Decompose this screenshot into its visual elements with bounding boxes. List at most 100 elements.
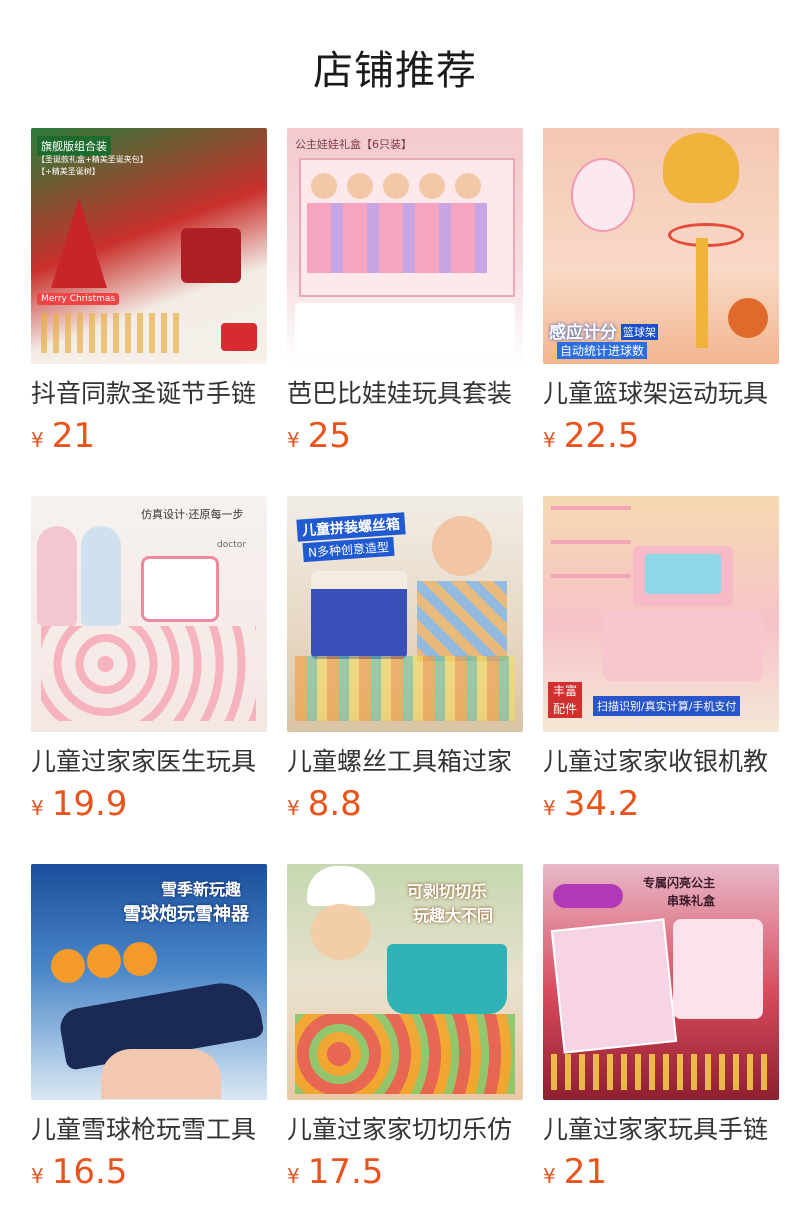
product-card[interactable]: 丰富配件 扫描识别/真实计算/手机支付 儿童过家家收银机教 ¥34.2 [543,496,779,864]
doll-head-icon [347,173,373,199]
product-price: ¥16.5 [31,1152,267,1198]
price-value: 34.2 [563,784,640,824]
image-caption: 【圣诞款礼盒+精美圣诞夹包】 [37,155,148,164]
price-value: 25 [307,416,351,456]
currency-symbol: ¥ [543,796,556,820]
product-name[interactable]: 儿童雪球枪玩雪工具 [31,1114,267,1146]
product-name[interactable]: 芭巴比娃娃玩具套装 [287,378,523,410]
product-card[interactable]: 雪季新玩趣 雪球炮玩雪神器 儿童雪球枪玩雪工具 ¥16.5 [31,864,267,1232]
product-card[interactable]: 儿童拼装螺丝箱 N多种创意造型 儿童螺丝工具箱过家 ¥8.8 [287,496,523,864]
product-name[interactable]: 儿童过家家切切乐仿 [287,1114,523,1146]
product-price: ¥21 [543,1152,779,1198]
christmas-tree-icon [51,198,107,288]
bunny-backboard-icon [571,158,635,232]
display-screen [645,554,721,594]
product-image[interactable]: 旗舰版组合装 【圣诞款礼盒+精美圣诞夹包】 【+精美圣诞树】 Merry Chr… [31,128,267,364]
image-subline: 串珠礼盒 [667,894,716,908]
product-image[interactable]: 可剥切切乐 玩趣大不同 [287,864,523,1100]
product-name[interactable]: 儿童螺丝工具箱过家 [287,746,523,778]
product-grid: 旗舰版组合装 【圣诞款礼盒+精美圣诞夹包】 【+精美圣诞树】 Merry Chr… [31,128,779,1232]
child-figure [432,516,492,576]
doll-head-icon [311,173,337,199]
product-price: ¥22.5 [543,416,779,462]
snowball-icon [123,942,157,976]
price-value: 21 [563,1152,607,1192]
image-tag: 篮球架 [621,324,658,340]
price-value: 19.9 [51,784,128,824]
price-value: 21 [51,416,95,456]
currency-symbol: ¥ [31,796,44,820]
price-value: 17.5 [307,1152,384,1192]
bear-backboard-icon [663,133,739,203]
jewelry-box-icon [221,323,257,351]
product-name[interactable]: 儿童过家家医生玩具 [31,746,267,778]
product-price: ¥34.2 [543,784,779,830]
product-name[interactable]: 抖音同款圣诞节手链 [31,378,267,410]
product-price: ¥17.5 [287,1152,523,1198]
product-price: ¥21 [31,416,267,462]
snowball-icon [87,944,121,978]
bracelet-row [551,1054,771,1090]
currency-symbol: ¥ [31,428,44,452]
image-bar: 扫描识别/真实计算/手机支付 [593,696,741,716]
cash-register-icon [603,611,763,681]
assembled-model [417,581,507,661]
product-card[interactable]: 旗舰版组合装 【圣诞款礼盒+精美圣诞夹包】 【+精美圣诞树】 Merry Chr… [31,128,267,496]
product-card[interactable]: 公主娃娃礼盒【6只装】 芭巴比娃娃玩具套装 ¥25 [287,128,523,496]
image-headline: 可剥切切乐 [407,882,488,901]
product-name[interactable]: 儿童篮球架运动玩具 [543,378,779,410]
shelf [551,506,631,596]
child-figure [81,526,121,626]
basket-icon [387,944,507,1014]
hand [101,1049,221,1099]
image-headline: 专属闪亮公主 [643,876,716,890]
product-name[interactable]: 儿童过家家收银机教 [543,746,779,778]
product-card[interactable]: 仿真设计·还原每一步 doctor 儿童过家家医生玩具 ¥19.9 [31,496,267,864]
jewelry-box-icon [673,919,763,1019]
toolbox-icon [311,571,407,659]
image-headline: 感应计分 [549,323,617,343]
currency-symbol: ¥ [543,1164,556,1188]
price-value: 22.5 [563,416,640,456]
currency-symbol: ¥ [287,428,300,452]
play-food [295,1014,515,1094]
charms-row [41,313,181,353]
product-price: ¥25 [287,416,523,462]
image-subline: N多种创意造型 [302,536,395,563]
currency-symbol: ¥ [543,428,556,452]
image-word: doctor [217,540,246,550]
child-figure [311,904,371,960]
product-image[interactable]: 儿童拼装螺丝箱 N多种创意造型 [287,496,523,732]
currency-symbol: ¥ [287,1164,300,1188]
store-recommendations-page: 店铺推荐 旗舰版组合装 【圣诞款礼盒+精美圣诞夹包】 【+精美圣诞树】 Merr… [0,0,790,1232]
pole [696,238,708,348]
basketball-icon [728,298,768,338]
product-image[interactable]: 雪季新玩趣 雪球炮玩雪神器 [31,864,267,1100]
building-parts [295,656,515,721]
product-image[interactable]: 感应计分 篮球架 自动统计进球数 [543,128,779,364]
medical-kit-icon [141,556,219,622]
product-card[interactable]: 感应计分 篮球架 自动统计进球数 儿童篮球架运动玩具 ¥22.5 [543,128,779,496]
gift-box-icon [181,228,241,283]
product-card[interactable]: 可剥切切乐 玩趣大不同 儿童过家家切切乐仿 ¥17.5 [287,864,523,1232]
product-name[interactable]: 儿童过家家玩具手链 [543,1114,779,1146]
image-headline: 雪季新玩趣 [161,880,242,899]
product-image[interactable]: 仿真设计·还原每一步 doctor [31,496,267,732]
image-caption: 【+精美圣诞树】 [37,167,100,176]
currency-symbol: ¥ [287,796,300,820]
logo-ribbon [553,884,623,908]
image-banner: Merry Christmas [37,293,120,305]
medical-tools [41,626,256,721]
snowball-icon [51,949,85,983]
image-badge: 丰富配件 [548,682,582,718]
product-image[interactable]: 公主娃娃礼盒【6只装】 [287,128,523,364]
product-image[interactable]: 丰富配件 扫描识别/真实计算/手机支付 [543,496,779,732]
image-subline: 自动统计进球数 [557,342,648,359]
product-image[interactable]: 专属闪亮公主 串珠礼盒 [543,864,779,1100]
image-badge: 旗舰版组合装 [37,136,111,156]
currency-symbol: ¥ [31,1164,44,1188]
product-card[interactable]: 专属闪亮公主 串珠礼盒 儿童过家家玩具手链 ¥21 [543,864,779,1232]
image-subline: 玩趣大不同 [413,906,494,925]
chef-hat-icon [307,866,375,906]
doll-head-icon [455,173,481,199]
